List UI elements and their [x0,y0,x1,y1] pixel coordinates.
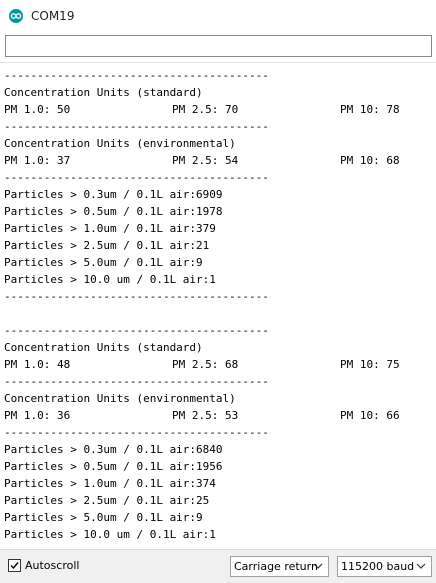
bottom-bar: Autoscroll Carriage return 115200 baud [0,549,436,583]
title-bar: COM19 [0,0,436,32]
output-line-segment: PM 1.0: 37 [4,154,71,167]
output-line-segment: ---------------------------------------- [4,69,269,82]
output-line-segment: Concentration Units (environmental) [4,137,236,150]
check-icon [10,562,19,570]
serial-output[interactable]: ----------------------------------------… [4,67,432,546]
output-line-segment: PM 10: 75 [340,358,400,371]
output-line-segment: Concentration Units (standard) [4,86,203,99]
output-line-segment: PM 10: 78 [340,103,400,116]
output-line-segment: Particles > 2.5um / 0.1L air:25 [4,494,210,507]
output-line-segment: Particles > 0.5um / 0.1L air:1956 [4,460,223,473]
window-title: COM19 [31,9,75,23]
output-line-segment: ---------------------------------------- [4,171,269,184]
output-line-segment: PM 2.5: 68 [172,358,239,371]
output-line-segment: ---------------------------------------- [4,120,269,133]
send-input[interactable] [5,35,432,57]
output-line-segment: Particles > 5.0um / 0.1L air:9 [4,256,203,269]
output-line-segment: Particles > 0.3um / 0.1L air:6840 [4,443,223,456]
output-line-segment: ---------------------------------------- [4,375,269,388]
output-line-segment: ---------------------------------------- [4,426,269,439]
divider [0,62,436,63]
output-line-segment: Particles > 2.5um / 0.1L air:21 [4,239,210,252]
baud-value: 115200 baud [341,560,415,573]
output-line-segment: PM 1.0: 48 [4,358,71,371]
output-line-segment: ---------------------------------------- [4,290,269,303]
output-line-segment: Particles > 0.3um / 0.1L air:6909 [4,188,223,201]
output-line-segment: PM 1.0: 50 [4,103,71,116]
output-line-segment: Particles > 1.0um / 0.1L air:379 [4,222,216,235]
arduino-icon [9,9,23,23]
output-line-segment: ---------------------------------------- [4,324,269,337]
output-line-segment: Particles > 10.0 um / 0.1L air:1 [4,273,216,286]
line-ending-select[interactable]: Carriage return [230,556,329,577]
output-line-segment: Concentration Units (environmental) [4,392,236,405]
output-line-segment: Concentration Units (standard) [4,341,203,354]
baud-select[interactable]: 115200 baud [337,556,432,577]
output-line-segment: PM 2.5: 70 [172,103,239,116]
autoscroll-checkbox[interactable] [8,559,21,572]
output-line-segment: Particles > 0.5um / 0.1L air:1978 [4,205,223,218]
output-line-segment: PM 2.5: 53 [172,409,239,422]
output-line-segment: PM 10: 68 [340,154,400,167]
chevron-down-icon [416,563,426,569]
output-line-segment: Particles > 5.0um / 0.1L air:9 [4,511,203,524]
autoscroll-label: Autoscroll [25,559,80,572]
output-line-segment: PM 10: 66 [340,409,400,422]
line-ending-value: Carriage return [234,560,318,573]
chevron-down-icon [313,563,323,569]
output-line-segment: Particles > 1.0um / 0.1L air:374 [4,477,216,490]
output-line-segment: PM 2.5: 54 [172,154,239,167]
output-line-segment: Particles > 10.0 um / 0.1L air:1 [4,528,216,541]
output-line-segment: PM 1.0: 36 [4,409,71,422]
